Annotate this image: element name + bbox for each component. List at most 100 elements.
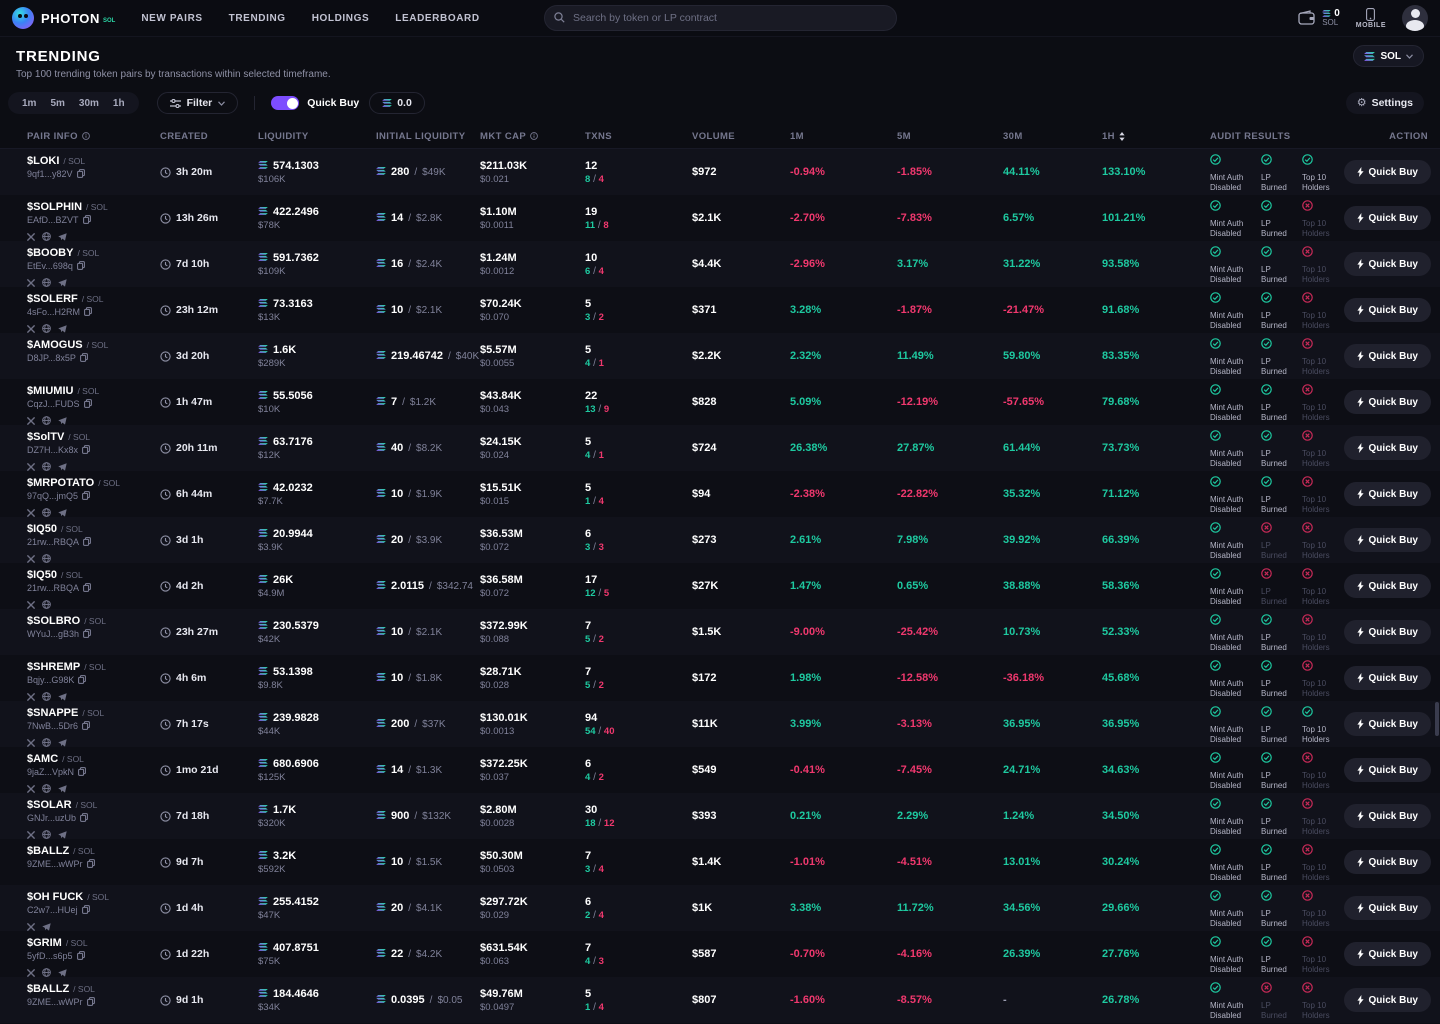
- user-avatar[interactable]: [1402, 5, 1428, 31]
- quick-buy-button[interactable]: Quick Buy: [1344, 344, 1431, 368]
- quick-buy-button[interactable]: Quick Buy: [1344, 574, 1431, 598]
- wallet-widget[interactable]: 0 SOL: [1298, 8, 1340, 28]
- copy-icon[interactable]: [80, 813, 88, 822]
- quick-buy-amount-field[interactable]: 0.0: [369, 92, 425, 114]
- x-link[interactable]: [27, 734, 35, 742]
- pair-name[interactable]: $SNAPPE: [27, 707, 78, 719]
- quick-buy-button[interactable]: Quick Buy: [1344, 896, 1431, 920]
- col-1m[interactable]: 1M: [790, 131, 897, 142]
- quick-buy-toggle[interactable]: [271, 96, 299, 110]
- web-link[interactable]: [42, 274, 51, 282]
- tg-link[interactable]: [58, 780, 67, 788]
- pair-name[interactable]: $OH FUCK: [27, 891, 83, 903]
- pair-name[interactable]: $BALLZ: [27, 983, 69, 995]
- web-link[interactable]: [42, 320, 51, 328]
- web-link[interactable]: [42, 734, 51, 742]
- tg-link[interactable]: [58, 826, 67, 834]
- quick-buy-button[interactable]: Quick Buy: [1344, 482, 1431, 506]
- tg-link[interactable]: [58, 734, 67, 742]
- mobile-button[interactable]: MOBILE: [1356, 8, 1386, 29]
- pair-name[interactable]: $IQ50: [27, 523, 57, 535]
- quick-buy-button[interactable]: Quick Buy: [1344, 528, 1431, 552]
- web-link[interactable]: [42, 596, 51, 604]
- quick-buy-button[interactable]: Quick Buy: [1344, 804, 1431, 828]
- quick-buy-button[interactable]: Quick Buy: [1344, 712, 1431, 736]
- x-link[interactable]: [27, 918, 35, 926]
- pair-name[interactable]: $SHREMP: [27, 661, 80, 673]
- col-volume[interactable]: VOLUME: [692, 131, 790, 142]
- timeframe-5m[interactable]: 5m: [50, 98, 64, 109]
- col-created[interactable]: CREATED: [160, 131, 258, 142]
- copy-icon[interactable]: [82, 445, 90, 454]
- timeframe-1h[interactable]: 1h: [113, 98, 125, 109]
- copy-icon[interactable]: [78, 767, 86, 776]
- copy-icon[interactable]: [80, 353, 88, 362]
- web-link[interactable]: [42, 458, 51, 466]
- web-link[interactable]: [42, 964, 51, 972]
- pair-name[interactable]: $SOLERF: [27, 293, 78, 305]
- quick-buy-button[interactable]: Quick Buy: [1344, 390, 1431, 414]
- x-link[interactable]: [27, 596, 35, 604]
- tg-link[interactable]: [58, 504, 67, 512]
- col-5m[interactable]: 5M: [897, 131, 1003, 142]
- col-txns[interactable]: TXNS: [585, 131, 692, 142]
- copy-icon[interactable]: [84, 399, 92, 408]
- copy-icon[interactable]: [78, 675, 86, 684]
- pair-name[interactable]: $BOOBY: [27, 247, 73, 259]
- col-mkt-cap[interactable]: MKT CAP: [480, 131, 585, 142]
- web-link[interactable]: [42, 550, 51, 558]
- col-30m[interactable]: 30M: [1003, 131, 1102, 142]
- web-link[interactable]: [42, 228, 51, 236]
- copy-icon[interactable]: [82, 905, 90, 914]
- x-link[interactable]: [27, 274, 35, 282]
- col-liquidity[interactable]: LIQUIDITY: [258, 131, 376, 142]
- copy-icon[interactable]: [83, 537, 91, 546]
- settings-button[interactable]: ⚙ Settings: [1346, 92, 1424, 114]
- quick-buy-button[interactable]: Quick Buy: [1344, 758, 1431, 782]
- pair-name[interactable]: $MIUMIU: [27, 385, 73, 397]
- copy-icon[interactable]: [83, 629, 91, 638]
- timeframe-30m[interactable]: 30m: [79, 98, 99, 109]
- nav-new-pairs[interactable]: NEW PAIRS: [141, 13, 202, 24]
- tg-link[interactable]: [58, 274, 67, 282]
- filter-button[interactable]: Filter: [157, 92, 239, 114]
- chain-selector[interactable]: SOL: [1353, 45, 1424, 67]
- copy-icon[interactable]: [83, 215, 91, 224]
- col-initial-liquidity[interactable]: INITIAL LIQUIDITY: [376, 131, 480, 142]
- pair-name[interactable]: $AMOGUS: [27, 339, 83, 351]
- pair-name[interactable]: $LOKI: [27, 155, 59, 167]
- x-link[interactable]: [27, 228, 35, 236]
- nav-trending[interactable]: TRENDING: [229, 13, 286, 24]
- pair-name[interactable]: $GRIM: [27, 937, 62, 949]
- nav-leaderboard[interactable]: LEADERBOARD: [395, 13, 479, 24]
- tg-link[interactable]: [58, 320, 67, 328]
- web-link[interactable]: [42, 688, 51, 696]
- quick-buy-button[interactable]: Quick Buy: [1344, 942, 1431, 966]
- col-pair-info[interactable]: PAIR INFO: [27, 131, 160, 142]
- pair-name[interactable]: $BALLZ: [27, 845, 69, 857]
- tg-link[interactable]: [58, 412, 67, 420]
- x-link[interactable]: [27, 320, 35, 328]
- web-link[interactable]: [42, 504, 51, 512]
- quick-buy-button[interactable]: Quick Buy: [1344, 850, 1431, 874]
- nav-holdings[interactable]: HOLDINGS: [312, 13, 370, 24]
- copy-icon[interactable]: [77, 261, 85, 270]
- quick-buy-button[interactable]: Quick Buy: [1344, 436, 1431, 460]
- quick-buy-button[interactable]: Quick Buy: [1344, 252, 1431, 276]
- x-link[interactable]: [27, 780, 35, 788]
- x-link[interactable]: [27, 964, 35, 972]
- x-link[interactable]: [27, 826, 35, 834]
- tg-link[interactable]: [58, 228, 67, 236]
- x-link[interactable]: [27, 412, 35, 420]
- photon-brand[interactable]: PHOTON SOL: [12, 7, 115, 29]
- pair-name[interactable]: $SOLAR: [27, 799, 72, 811]
- search-input[interactable]: [544, 5, 897, 31]
- web-link[interactable]: [42, 412, 51, 420]
- col-1h[interactable]: 1H: [1102, 131, 1210, 142]
- tg-link[interactable]: [58, 964, 67, 972]
- copy-icon[interactable]: [84, 307, 92, 316]
- pair-name[interactable]: $MRPOTATO: [27, 477, 94, 489]
- web-link[interactable]: [42, 826, 51, 834]
- web-link[interactable]: [42, 780, 51, 788]
- pair-name[interactable]: $AMC: [27, 753, 58, 765]
